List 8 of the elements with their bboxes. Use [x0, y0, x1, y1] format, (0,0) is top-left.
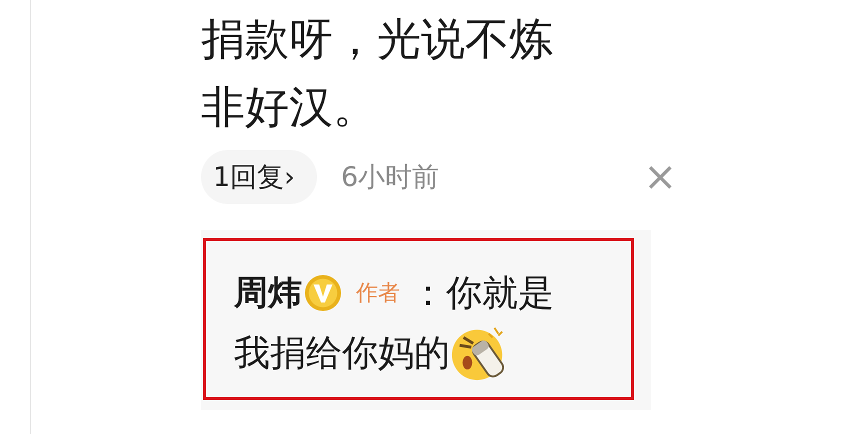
timestamp: 6小时前 — [340, 161, 440, 195]
author-label: 作者 — [356, 280, 400, 308]
author-name[interactable]: 周炜 — [234, 270, 302, 316]
reply-text: ：你就是 — [410, 272, 554, 316]
replies-button[interactable]: 1回复› — [201, 150, 317, 204]
reply-text: 我捐给你妈的 — [234, 332, 450, 376]
comment-text: 非好汉。 — [201, 81, 378, 135]
comment-text: 捐款呀，光说不炼 — [201, 13, 554, 67]
